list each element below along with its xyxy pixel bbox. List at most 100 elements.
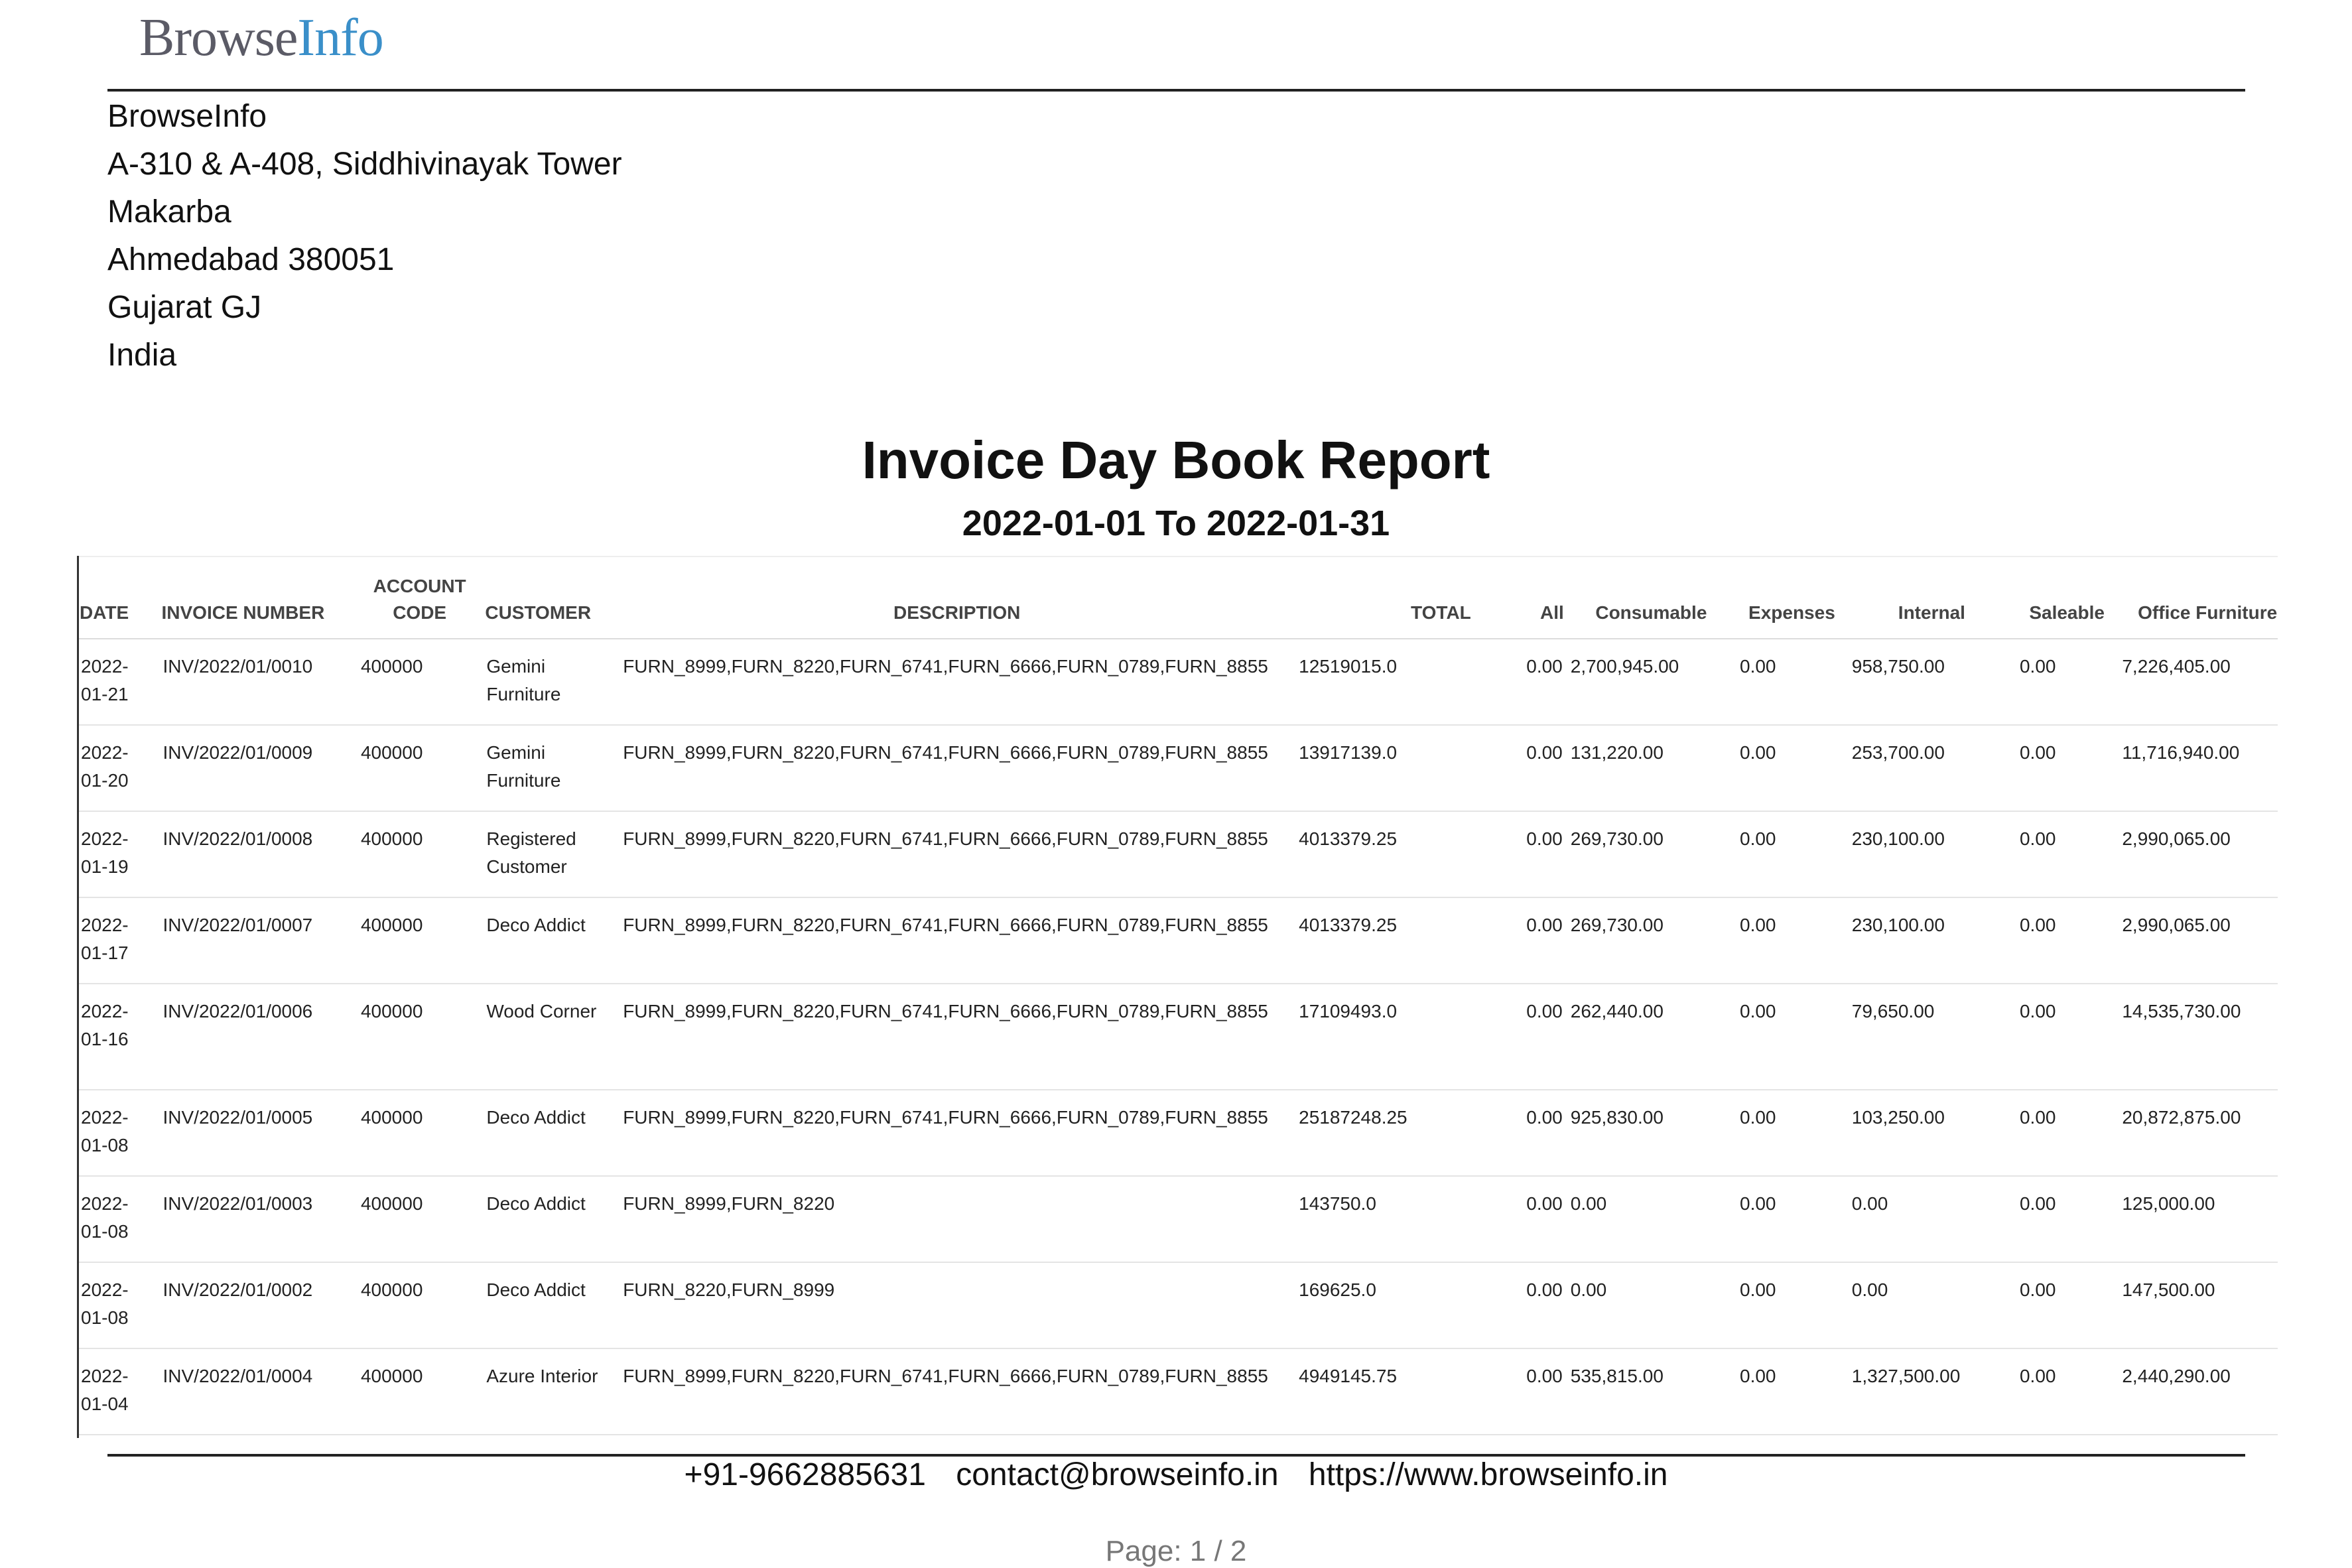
cell-internal: 103,250.00: [1847, 1090, 2016, 1177]
cell-account-code: 400000: [356, 1262, 483, 1349]
cell-saleable: 0.00: [2015, 984, 2119, 1090]
cell-account-code: 400000: [356, 1348, 483, 1435]
cell-all: 0.00: [1473, 897, 1567, 984]
cell-office-furniture: 147,500.00: [2118, 1262, 2278, 1349]
table-row: 2022-01-20 INV/2022/01/0009 400000 Gemini F…: [77, 725, 2278, 812]
cell-all: 0.00: [1473, 1262, 1567, 1349]
cell-saleable: 0.00: [2015, 1348, 2119, 1435]
cell-expenses: 0.00: [1736, 1262, 1848, 1349]
cell-consumable: 131,220.00: [1566, 725, 1736, 812]
cell-total: 13917139.0: [1295, 725, 1474, 812]
cell-office-furniture: 2,440,290.00: [2118, 1348, 2278, 1435]
cell-consumable: 925,830.00: [1566, 1090, 1736, 1177]
cell-account-code: 400000: [356, 639, 483, 726]
report-period: 2022-01-01 To 2022-01-31: [962, 503, 1390, 543]
cell-total: 143750.0: [1295, 1176, 1474, 1263]
column-header-invoice-number: INVOICE NUMBER: [159, 556, 357, 639]
address-line-street: A-310 & A-408, Siddhivinayak Tower: [107, 147, 622, 182]
cell-consumable: 0.00: [1566, 1176, 1736, 1263]
cell-office-furniture: 2,990,065.00: [2118, 811, 2278, 898]
cell-saleable: 0.00: [2015, 1090, 2119, 1177]
cell-account-code: 400000: [356, 1090, 483, 1177]
cell-expenses: 0.00: [1736, 725, 1848, 812]
cell-description: FURN_8999,FURN_8220: [619, 1176, 1295, 1263]
cell-office-furniture: 2,990,065.00: [2118, 897, 2278, 984]
column-header-saleable: Saleable: [2015, 556, 2119, 639]
logo-text-info: Info: [297, 9, 383, 67]
cell-invoice-number: INV/2022/01/0007: [159, 897, 357, 984]
column-header-description: DESCRIPTION: [619, 556, 1295, 639]
column-header-internal: Internal: [1847, 556, 2016, 639]
cell-customer: Gemini Furniture: [482, 639, 620, 726]
report-table-container: DATE INVOICE NUMBER ACCOUNT CODE CUSTOMER DE…: [77, 556, 2278, 1438]
cell-office-furniture: 20,872,875.00: [2118, 1090, 2278, 1177]
column-header-expenses: Expenses: [1736, 556, 1848, 639]
page-number: Page: 1 / 2: [1105, 1535, 1247, 1567]
cell-description: FURN_8999,FURN_8220,FURN_6741,FURN_6666,…: [619, 897, 1295, 984]
table-header-row: DATE INVOICE NUMBER ACCOUNT CODE CUSTOMER DE…: [77, 556, 2278, 639]
cell-internal: 79,650.00: [1847, 984, 2016, 1090]
table-left-border: [77, 556, 79, 1438]
cell-internal: 1,327,500.00: [1847, 1348, 2016, 1435]
invoice-table: DATE INVOICE NUMBER ACCOUNT CODE CUSTOMER DE…: [77, 556, 2278, 1435]
cell-customer: Deco Addict: [482, 1262, 620, 1349]
cell-invoice-number: INV/2022/01/0006: [159, 984, 357, 1090]
cell-total: 4013379.25: [1295, 811, 1474, 898]
cell-total: 12519015.0: [1295, 639, 1474, 726]
cell-saleable: 0.00: [2015, 1262, 2119, 1349]
cell-office-furniture: 14,535,730.00: [2118, 984, 2278, 1090]
logo-text-browse: Browse: [139, 9, 298, 67]
cell-all: 0.00: [1473, 811, 1567, 898]
table-row: 2022-01-16 INV/2022/01/0006 400000 Wood Cor…: [77, 984, 2278, 1090]
cell-internal: 0.00: [1847, 1262, 2016, 1349]
cell-customer: Registered Customer: [482, 811, 620, 898]
cell-total: 4013379.25: [1295, 897, 1474, 984]
footer-phone: +91-9662885631: [684, 1457, 926, 1492]
cell-account-code: 400000: [356, 1176, 483, 1263]
cell-consumable: 0.00: [1566, 1262, 1736, 1349]
footer-email: contact@browseinfo.in: [956, 1457, 1279, 1492]
cell-saleable: 0.00: [2015, 725, 2119, 812]
cell-invoice-number: INV/2022/01/0002: [159, 1262, 357, 1349]
cell-description: FURN_8999,FURN_8220,FURN_6741,FURN_6666,…: [619, 639, 1295, 726]
cell-customer: Deco Addict: [482, 1090, 620, 1177]
cell-total: 169625.0: [1295, 1262, 1474, 1349]
address-line-area: Makarba: [107, 194, 231, 229]
cell-expenses: 0.00: [1736, 897, 1848, 984]
cell-date: 2022-01-16: [77, 984, 159, 1090]
cell-consumable: 262,440.00: [1566, 984, 1736, 1090]
cell-all: 0.00: [1473, 1176, 1567, 1263]
cell-saleable: 0.00: [2015, 1176, 2119, 1263]
cell-date: 2022-01-21: [77, 639, 159, 726]
cell-expenses: 0.00: [1736, 639, 1848, 726]
cell-invoice-number: INV/2022/01/0010: [159, 639, 357, 726]
cell-customer: Deco Addict: [482, 1176, 620, 1263]
cell-description: FURN_8220,FURN_8999: [619, 1262, 1295, 1349]
cell-account-code: 400000: [356, 897, 483, 984]
cell-expenses: 0.00: [1736, 1348, 1848, 1435]
cell-total: 17109493.0: [1295, 984, 1474, 1090]
column-header-customer: CUSTOMER: [482, 556, 620, 639]
cell-saleable: 0.00: [2015, 897, 2119, 984]
cell-expenses: 0.00: [1736, 1176, 1848, 1263]
cell-invoice-number: INV/2022/01/0008: [159, 811, 357, 898]
cell-expenses: 0.00: [1736, 811, 1848, 898]
cell-invoice-number: INV/2022/01/0005: [159, 1090, 357, 1177]
cell-date: 2022-01-08: [77, 1090, 159, 1177]
cell-internal: 230,100.00: [1847, 897, 2016, 984]
cell-date: 2022-01-17: [77, 897, 159, 984]
cell-customer: Gemini Furniture: [482, 725, 620, 812]
column-header-all: All: [1473, 556, 1567, 639]
cell-invoice-number: INV/2022/01/0009: [159, 725, 357, 812]
cell-account-code: 400000: [356, 725, 483, 812]
table-row: 2022-01-04 INV/2022/01/0004 400000 Azure In…: [77, 1348, 2278, 1435]
column-header-office-furniture: Office Furniture: [2118, 556, 2278, 639]
report-title: Invoice Day Book Report: [862, 430, 1490, 490]
cell-description: FURN_8999,FURN_8220,FURN_6741,FURN_6666,…: [619, 811, 1295, 898]
cell-saleable: 0.00: [2015, 811, 2119, 898]
column-header-total: TOTAL: [1295, 556, 1474, 639]
cell-invoice-number: INV/2022/01/0004: [159, 1348, 357, 1435]
address-line-state: Gujarat GJ: [107, 290, 262, 325]
cell-date: 2022-01-08: [77, 1176, 159, 1263]
table-row: 2022-01-08 INV/2022/01/0005 400000 Deco Add…: [77, 1090, 2278, 1177]
